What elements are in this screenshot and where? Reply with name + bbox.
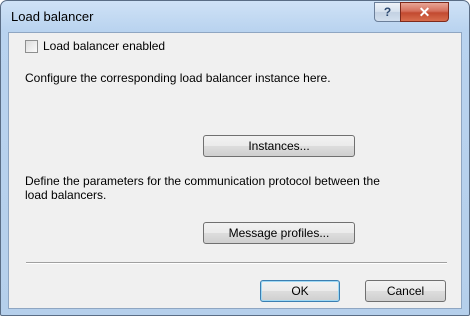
close-button[interactable]: ✕ [400,2,449,22]
cancel-button[interactable]: Cancel [365,280,446,302]
load-balancer-enabled-label[interactable]: Load balancer enabled [43,39,165,53]
close-icon: ✕ [418,3,431,20]
instances-button[interactable]: Instances... [203,135,355,157]
help-button[interactable]: ? [374,2,401,22]
title-bar[interactable]: Load balancer ? ✕ [1,1,469,31]
message-profiles-button-label: Message profiles... [228,226,330,240]
message-profiles-button[interactable]: Message profiles... [203,222,355,244]
instances-button-label: Instances... [248,139,310,153]
help-icon: ? [383,5,392,19]
enable-checkbox-row[interactable]: Load balancer enabled [25,39,165,53]
window-title: Load balancer [11,9,94,24]
ok-button[interactable]: OK [260,280,340,302]
instances-description: Configure the corresponding load balance… [25,71,331,85]
cancel-button-label: Cancel [386,284,425,298]
load-balancer-enabled-checkbox[interactable] [25,39,38,53]
protocol-description-line1: Define the parameters for the communicat… [25,174,380,188]
protocol-description-line2: load balancers. [25,188,107,202]
ok-button-label: OK [291,284,309,298]
button-separator [26,262,447,264]
